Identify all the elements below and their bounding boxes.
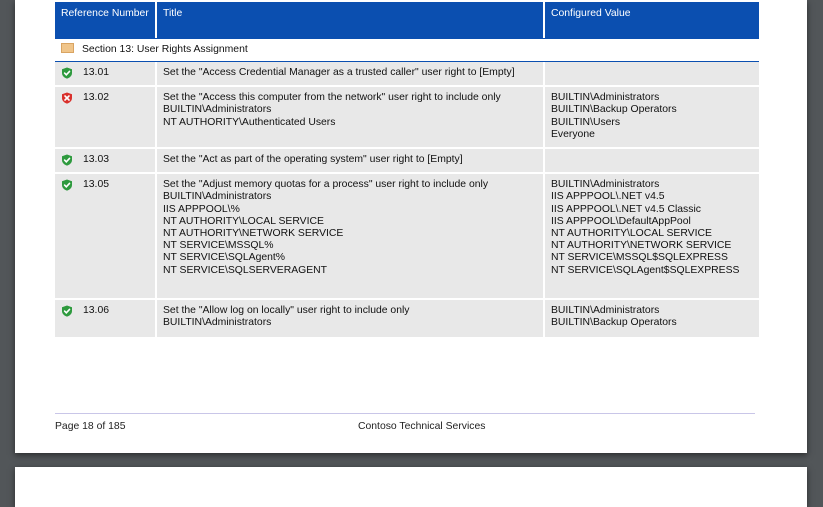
header-reference-number: Reference Number	[55, 2, 157, 38]
configured-value-line: IIS APPPOOL\DefaultAppPool	[551, 215, 691, 227]
configured-value-cell	[545, 62, 759, 88]
section-row: Section 13: User Rights Assignment	[55, 38, 759, 63]
title-cell: Set the "Access this computer from the n…	[157, 87, 545, 150]
configured-value-cell: BUILTIN\Administrators BUILTIN\Backup Ope…	[545, 300, 759, 340]
title-line: Set the "Access this computer from the n…	[163, 92, 501, 104]
title-line: NT SERVICE\SQLSERVERAGENT	[163, 264, 327, 276]
title-line: Set the "Adjust memory quotas for a proc…	[163, 179, 489, 191]
title-cell: Set the "Act as part of the operating sy…	[157, 149, 545, 175]
pass-shield-icon	[61, 154, 73, 166]
title-cell: Set the "Adjust memory quotas for a proc…	[157, 174, 545, 301]
title-line: Set the "Access Credential Manager as a …	[163, 67, 515, 79]
title-line: NT AUTHORITY\Authenticated Users	[163, 116, 336, 128]
title-line: Set the "Act as part of the operating sy…	[163, 154, 463, 166]
reference-cell: 13.02	[55, 87, 157, 150]
configured-value-line: BUILTIN\Backup Operators	[551, 317, 677, 329]
document-page: Reference Number Title Configured Value …	[15, 0, 807, 453]
title-line: IIS APPPOOL\%	[163, 203, 240, 215]
next-page	[15, 467, 807, 507]
reference-number: 13.02	[83, 92, 110, 104]
table-row: 13.03 Set the "Act as part of the operati…	[55, 149, 759, 175]
configured-value-line: Everyone	[551, 128, 595, 140]
table-row: 13.01 Set the "Access Credential Manager …	[55, 62, 759, 88]
configured-value-line: NT AUTHORITY\LOCAL SERVICE	[551, 228, 712, 240]
header-title: Title	[157, 2, 545, 38]
title-line: Set the "Allow log on locally" user righ…	[163, 305, 410, 317]
title-line: NT SERVICE\MSSQL%	[163, 240, 274, 252]
title-line: NT AUTHORITY\LOCAL SERVICE	[163, 215, 324, 227]
title-cell: Set the "Allow log on locally" user righ…	[157, 300, 545, 340]
configured-value-cell	[545, 149, 759, 175]
table-row: 13.05 Set the "Adjust memory quotas for a…	[55, 174, 759, 301]
reference-number: 13.05	[83, 179, 110, 191]
configured-value-cell: BUILTIN\Administrators BUILTIN\Backup Ope…	[545, 87, 759, 150]
footer-company: Contoso Technical Services	[358, 421, 486, 432]
title-line: NT AUTHORITY\NETWORK SERVICE	[163, 228, 344, 240]
configured-value-line: NT AUTHORITY\NETWORK SERVICE	[551, 240, 732, 252]
configured-value-line: BUILTIN\Administrators	[551, 305, 660, 317]
reference-cell: 13.06	[55, 300, 157, 340]
configured-value-line: IIS APPPOOL\.NET v4.5 Classic	[551, 203, 701, 215]
title-line: BUILTIN\Administrators	[163, 317, 272, 329]
table-row: 13.02 Set the "Access this computer from …	[55, 87, 759, 150]
configured-value-line: BUILTIN\Administrators	[551, 92, 660, 104]
pass-shield-icon	[61, 305, 73, 317]
rights-table: Reference Number Title Configured Value …	[55, 2, 759, 340]
reference-cell: 13.03	[55, 149, 157, 175]
pass-shield-icon	[61, 179, 73, 191]
section-cell: Section 13: User Rights Assignment	[55, 38, 759, 63]
title-cell: Set the "Access Credential Manager as a …	[157, 62, 545, 88]
reference-number: 13.01	[83, 67, 110, 79]
reference-cell: 13.05	[55, 174, 157, 301]
configured-value-line: NT SERVICE\SQLAgent$SQLEXPRESS	[551, 264, 740, 276]
configured-value-line: IIS APPPOOL\.NET v4.5	[551, 191, 665, 203]
page-number: Page 18 of 185	[55, 421, 126, 432]
reference-number: 13.03	[83, 154, 110, 166]
footer-divider	[55, 413, 755, 414]
reference-cell: 13.01	[55, 62, 157, 88]
reference-number: 13.06	[83, 305, 110, 317]
fail-shield-icon	[61, 92, 73, 104]
configured-value-line: NT SERVICE\MSSQL$SQLEXPRESS	[551, 252, 728, 264]
configured-value-cell: BUILTIN\Administrators IIS APPPOOL\.NET v…	[545, 174, 759, 301]
folder-icon	[61, 43, 74, 54]
title-line: BUILTIN\Administrators	[163, 104, 272, 116]
title-line: BUILTIN\Administrators	[163, 191, 272, 203]
configured-value-line: BUILTIN\Users	[551, 116, 621, 128]
title-line: NT SERVICE\SQLAgent%	[163, 252, 286, 264]
header-configured-value: Configured Value	[545, 2, 759, 38]
section-label: Section 13: User Rights Assignment	[82, 44, 248, 55]
table-header-row: Reference Number Title Configured Value	[55, 2, 759, 38]
configured-value-line: BUILTIN\Backup Operators	[551, 104, 677, 116]
configured-value-line: BUILTIN\Administrators	[551, 179, 660, 191]
table-row: 13.06 Set the "Allow log on locally" user…	[55, 300, 759, 340]
pass-shield-icon	[61, 67, 73, 79]
